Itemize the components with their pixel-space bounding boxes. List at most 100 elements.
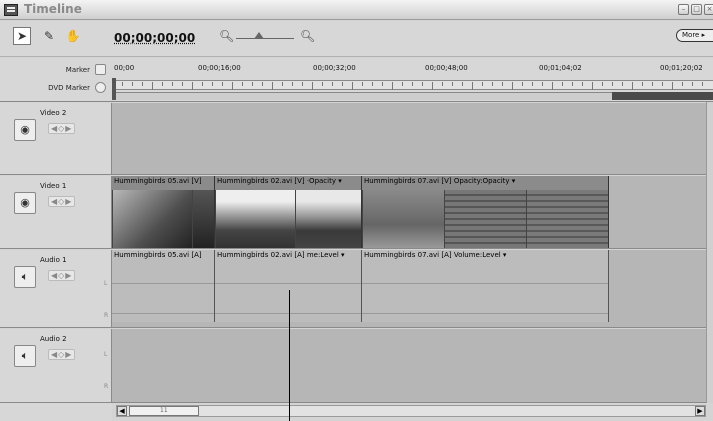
marker-header: Marker DVD Marker — [0, 58, 112, 102]
ruler-time-4: 00;01;04;02 — [539, 64, 582, 72]
clip-hummingbirds-05-audio[interactable]: Hummingbirds 05.avi [A] — [112, 250, 215, 322]
ruler-tick — [342, 82, 343, 86]
right-channel-label: R — [104, 312, 109, 319]
bottom-left-panel — [0, 403, 112, 421]
ruler-tick — [532, 82, 533, 86]
track-header-audio-1: 🔈︎ Audio 1 ◀◇▶ L R — [0, 250, 112, 328]
clip-thumbnail — [112, 190, 192, 248]
track-name: Video 2 — [40, 109, 67, 117]
clip-hummingbirds-07-audio[interactable]: Hummingbirds 07.avi [A] Volume:Level ▾ — [362, 250, 609, 322]
current-time-indicator[interactable] — [112, 78, 116, 100]
zoom-in-icon[interactable]: 🔍︎ — [300, 29, 315, 43]
zoom-slider-track[interactable] — [236, 38, 294, 39]
clip-hummingbirds-07-video[interactable]: Hummingbirds 07.avi [V] Opacity:Opacity … — [362, 176, 609, 248]
scroll-thumb[interactable]: 11 — [129, 406, 199, 416]
right-channel-label: R — [104, 383, 109, 390]
left-channel-label: L — [104, 351, 108, 358]
ruler-tick — [372, 82, 373, 86]
ruler-tick — [552, 82, 553, 90]
track-header-audio-2: 🔈︎ Audio 2 ◀◇▶ L R — [0, 329, 112, 403]
keyframe-navigator[interactable]: ◀◇▶ — [48, 196, 76, 207]
clip-name: Hummingbirds 02.avi [A] me:Level ▾ — [217, 251, 345, 259]
ruler-tick — [402, 82, 403, 86]
ruler-tick — [202, 82, 203, 86]
more-button[interactable]: More ▸ — [676, 29, 713, 42]
clip-name: Hummingbirds 07.avi [V] Opacity:Opacity … — [364, 177, 516, 185]
ruler-tick — [492, 82, 493, 86]
hand-tool-icon[interactable]: ✋ — [64, 27, 82, 45]
ruler-tick — [352, 82, 353, 90]
clip-thumbnail — [295, 190, 361, 248]
work-area-bar[interactable] — [112, 92, 612, 100]
time-ruler[interactable]: 00;00 00;00;16;00 00;00;32;00 00;00;48;0… — [112, 58, 713, 102]
ruler-tick — [442, 82, 443, 86]
ruler-tick — [182, 82, 183, 86]
ruler-tick — [502, 82, 503, 86]
clip-hummingbirds-02-video[interactable]: Hummingbirds 02.avi [V] ·Opacity ▾ — [215, 176, 362, 248]
clip-thumbnail — [192, 190, 214, 248]
ruler-tick — [662, 82, 663, 86]
ruler-tick — [622, 82, 623, 86]
track-output-icon[interactable]: ◉ — [14, 192, 36, 214]
zoom-out-icon[interactable]: 🔍︎ — [219, 29, 234, 43]
ruler-tick — [302, 82, 303, 86]
vertical-scrollbar[interactable] — [706, 102, 713, 403]
ruler-tick — [512, 82, 513, 90]
keyframe-navigator[interactable]: ◀◇▶ — [48, 349, 76, 360]
ruler-time-1: 00;00;16;00 — [198, 64, 241, 72]
current-time-display[interactable]: 00;00;00;00 — [114, 31, 195, 45]
ruler-tick — [472, 82, 473, 90]
ruler-tick — [192, 82, 193, 90]
ruler-tick — [592, 82, 593, 90]
selection-tool-icon[interactable]: ➤ — [13, 27, 31, 45]
maximize-icon[interactable]: □ — [691, 4, 702, 15]
ruler-tick — [262, 82, 263, 86]
audio-waveform-right — [112, 313, 214, 314]
track-name: Audio 1 — [40, 256, 67, 264]
track-audio-2[interactable] — [112, 329, 706, 403]
clip-name: Hummingbirds 05.avi [A] — [114, 251, 202, 259]
ruler-tick — [122, 82, 123, 86]
clip-thumbnail — [526, 190, 608, 248]
ruler-tick — [482, 82, 483, 86]
ruler-tick — [542, 82, 543, 86]
clip-thumbnail — [215, 190, 295, 248]
ruler-tick — [602, 82, 603, 86]
ruler-tick — [702, 82, 703, 86]
scroll-left-icon[interactable]: ◀ — [117, 406, 127, 416]
speaker-icon[interactable]: 🔈︎ — [14, 266, 36, 288]
timeline-app-icon — [4, 4, 18, 16]
dvd-marker-icon[interactable] — [95, 82, 106, 93]
ruler-tick — [682, 82, 683, 86]
horizontal-scrollbar[interactable]: ◀ 11 ▶ — [116, 405, 706, 417]
speaker-icon[interactable]: 🔈︎ — [14, 345, 36, 367]
zoom-slider-thumb[interactable] — [254, 32, 264, 39]
audio-waveform-left — [215, 283, 361, 284]
track-video-1[interactable]: Hummingbirds 05.avi [V] Hummingbirds 02.… — [112, 176, 706, 249]
ruler-tick — [612, 82, 613, 86]
ruler-tick — [172, 82, 173, 86]
clip-hummingbirds-05-video[interactable]: Hummingbirds 05.avi [V] — [112, 176, 215, 248]
ruler-tick — [422, 82, 423, 86]
ruler-tick — [152, 82, 153, 90]
scroll-right-icon[interactable]: ▶ — [695, 406, 705, 416]
ruler-time-5: 00;01;20;02 — [660, 64, 703, 72]
track-output-icon[interactable]: ◉ — [14, 119, 36, 141]
minimize-icon[interactable]: – — [678, 4, 689, 15]
ruler-time-3: 00;00;48;00 — [425, 64, 468, 72]
track-audio-1[interactable]: Hummingbirds 05.avi [A] Hummingbirds 02.… — [112, 250, 706, 328]
ruler-tick — [292, 82, 293, 86]
ruler-tick — [382, 82, 383, 86]
close-icon[interactable]: × — [704, 4, 713, 15]
keyframe-navigator[interactable]: ◀◇▶ — [48, 123, 76, 134]
keyframe-navigator[interactable]: ◀◇▶ — [48, 270, 76, 281]
ruler-tick — [212, 82, 213, 86]
track-name: Audio 2 — [40, 335, 67, 343]
razor-tool-icon[interactable]: ✎ — [40, 27, 58, 45]
ruler-tick — [692, 82, 693, 86]
track-video-2[interactable] — [112, 103, 706, 175]
ruler-tick — [252, 82, 253, 86]
marker-icon[interactable] — [95, 64, 106, 75]
ruler-tick — [392, 82, 393, 90]
ruler-tick — [462, 82, 463, 86]
